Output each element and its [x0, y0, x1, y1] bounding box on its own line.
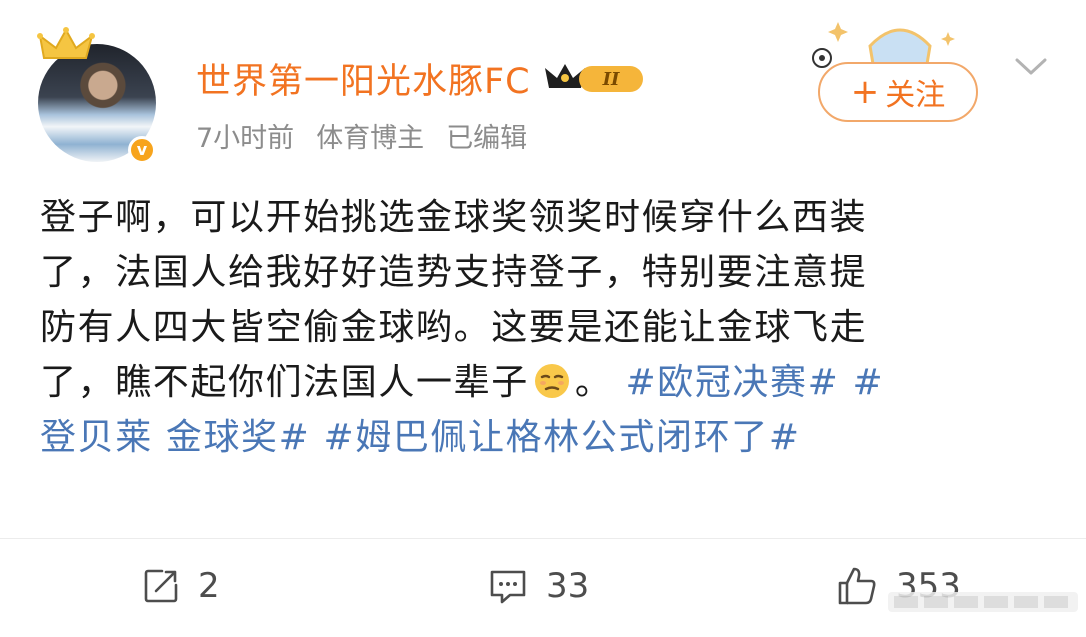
post-line-4-text: 了，瞧不起你们法国人一辈子: [40, 362, 529, 403]
chevron-down-icon[interactable]: [1014, 56, 1048, 78]
divider: [0, 538, 1086, 539]
follow-plus-icon: +: [850, 72, 880, 112]
hashtag-link[interactable]: #姆巴佩让格林公式闭环了#: [323, 417, 800, 458]
follow-button[interactable]: + 关注: [818, 62, 978, 122]
follow-label: 关注: [885, 78, 946, 113]
comment-button[interactable]: 33: [488, 560, 589, 612]
verified-badge-icon: v: [128, 136, 156, 164]
weibo-post-card: v 世界第一阳光水豚FC II 7小时前 体育博主 已编辑 + 关注 登子啊，可…: [0, 0, 1086, 637]
crown-level-icon: II: [544, 64, 643, 92]
post-content: 登子啊，可以开始挑选金球奖领奖时候穿什么西装 了，法国人给我好好造势支持登子，特…: [40, 190, 1040, 465]
post-line-4-period: 。: [574, 362, 613, 403]
user-name[interactable]: 世界第一阳光水豚FC: [196, 53, 531, 104]
post-time: 7小时前: [196, 123, 295, 154]
post-line-5: 登贝莱 金球奖# #姆巴佩让格林公式闭环了#: [40, 410, 1040, 465]
hashtag-link[interactable]: #欧冠决赛#: [625, 362, 839, 403]
level-badge[interactable]: II: [543, 60, 647, 96]
repost-count: 2: [198, 566, 220, 606]
post-meta: 7小时前 体育博主 已编辑: [196, 116, 527, 155]
post-line-2: 了，法国人给我好好造势支持登子，特别要注意提: [40, 252, 868, 293]
edited-label[interactable]: 已编辑: [446, 116, 527, 155]
user-name-row: 世界第一阳光水豚FC II: [196, 54, 647, 102]
hashtag-link[interactable]: 登贝莱 金球奖#: [40, 417, 310, 458]
crown-decoration-icon: [37, 27, 95, 59]
watermark-icon: [888, 592, 1078, 612]
hashtag-link[interactable]: #: [852, 362, 884, 403]
post-line-1: 登子啊，可以开始挑选金球奖领奖时候穿什么西装: [40, 197, 868, 238]
repost-button[interactable]: 2: [142, 560, 220, 612]
avatar-container[interactable]: v: [37, 27, 158, 164]
post-line-4: 了，瞧不起你们法国人一辈子 。 #欧冠决赛# #: [40, 355, 1040, 410]
unamused-face-icon: [534, 364, 569, 398]
repost-icon: [144, 569, 178, 603]
comment-count: 33: [546, 566, 590, 606]
post-line-3: 防有人四大皆空偷金球哟。这要是还能让金球飞走: [40, 307, 868, 348]
level-badge-text: II: [601, 69, 619, 90]
like-icon: [838, 567, 876, 605]
user-role: 体育博主: [316, 123, 425, 154]
comment-icon: [490, 570, 526, 604]
